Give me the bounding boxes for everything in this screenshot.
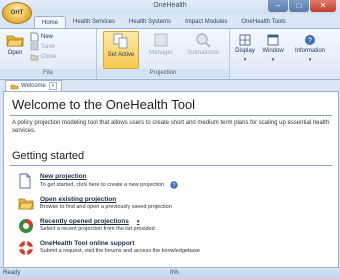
ribbon-group-projection-label: Projection	[97, 69, 229, 78]
ribbon-group-view: Display ▾ Window ▾ ? Information ▾	[230, 29, 338, 79]
tab-health-systems[interactable]: Health Systems	[122, 16, 178, 28]
new-document-icon	[30, 32, 39, 42]
recent-projections-icon	[19, 219, 33, 233]
window-button[interactable]: Window ▾	[260, 34, 286, 63]
window-dropdown-icon: ▾	[271, 57, 275, 63]
new-document-icon	[19, 173, 31, 189]
new-projection-item[interactable]: New projection To get started, click her…	[40, 173, 320, 189]
subnational-button[interactable]: Subnational	[183, 32, 223, 56]
application-menu-button[interactable]: OHT	[2, 2, 32, 24]
manager-icon	[154, 33, 168, 47]
welcome-tab-icon	[10, 84, 19, 89]
display-label: Display	[235, 48, 255, 54]
ribbon-tabs: Home Health Services Health Systems Impa…	[34, 16, 293, 28]
recent-projections-item[interactable]: Recently opened projections ▾ Select a r…	[40, 218, 320, 232]
welcome-tab-label: Welcome	[21, 83, 46, 89]
tab-home[interactable]: Home	[34, 16, 67, 28]
welcome-title: Welcome to the OneHealth Tool	[12, 97, 196, 112]
open-existing-link[interactable]: Open existing projection	[40, 196, 320, 203]
svg-text:?: ?	[173, 183, 176, 189]
help-icon: ?	[305, 35, 315, 45]
recent-projections-subtitle: Select a recent projection from the list…	[40, 226, 155, 232]
online-support-item[interactable]: OneHealth Tool online support Submit a r…	[40, 240, 320, 254]
information-label: Information	[294, 48, 325, 54]
ribbon: Open New Save Close File Set Active Mana…	[0, 28, 340, 80]
welcome-page: Welcome to the OneHealth Tool A policy p…	[3, 91, 339, 269]
open-existing-subtitle: Browse to find and open a previously sav…	[40, 204, 172, 210]
title-divider	[10, 115, 332, 116]
folder-open-icon	[6, 35, 24, 47]
set-active-label: Set Active	[107, 52, 135, 58]
information-dropdown-icon: ▾	[308, 57, 312, 63]
close-folder-icon	[30, 54, 39, 61]
getting-started-divider	[10, 165, 332, 166]
close-tab-icon[interactable]: ✕	[48, 82, 57, 90]
tab-impact-modules[interactable]: Impact Modules	[178, 16, 234, 28]
new-projection-link[interactable]: New projection	[40, 173, 320, 180]
save-button[interactable]: Save	[30, 42, 55, 51]
online-support-subtitle: Submit a request, visit the forums and a…	[40, 248, 200, 254]
window-label: Window	[262, 48, 284, 54]
tab-welcome[interactable]: Welcome ✕	[5, 80, 62, 91]
set-active-button[interactable]: Set Active	[103, 31, 139, 69]
set-active-icon	[113, 33, 128, 49]
open-button[interactable]: Open	[4, 32, 26, 56]
close-button[interactable]: ✕	[310, 0, 336, 12]
minimize-button[interactable]: –	[268, 0, 288, 12]
manager-button[interactable]: Manager	[143, 32, 179, 56]
tab-onehealth-tools[interactable]: OneHealth Tools	[234, 16, 292, 28]
folder-open-icon	[18, 198, 34, 210]
app-window: OneHealth – □ ✕ OHT Home Health Services…	[0, 0, 340, 279]
display-button[interactable]: Display ▾	[232, 34, 258, 63]
document-tabs: Welcome ✕	[0, 80, 340, 91]
svg-text:?: ?	[308, 38, 312, 45]
open-label: Open	[7, 50, 23, 56]
information-button[interactable]: ? Information ▾	[288, 34, 332, 63]
close-file-button[interactable]: Close	[30, 52, 56, 61]
help-icon[interactable]: ?	[170, 181, 178, 189]
status-progress: 0%	[170, 270, 179, 276]
save-label: Save	[41, 43, 55, 50]
status-bar: Ready 0%	[0, 267, 340, 279]
ribbon-group-projection: Set Active Manager Subnational Projectio…	[97, 29, 230, 79]
new-button[interactable]: New	[30, 32, 53, 42]
new-label: New	[41, 34, 54, 40]
magnifier-icon	[196, 33, 211, 48]
title-bar: OneHealth – □ ✕	[0, 0, 340, 14]
window-icon	[267, 34, 279, 46]
welcome-description: A policy projection modeling tool that a…	[12, 120, 330, 134]
support-lifebuoy-icon	[19, 241, 33, 255]
grid-icon	[239, 34, 251, 46]
online-support-link[interactable]: OneHealth Tool online support	[40, 240, 320, 247]
ribbon-group-file: Open New Save Close File	[0, 29, 97, 79]
window-controls: – □ ✕	[267, 0, 336, 12]
tab-health-services[interactable]: Health Services	[66, 16, 122, 28]
subnational-label: Subnational	[187, 50, 219, 56]
open-existing-item[interactable]: Open existing projection Browse to find …	[40, 196, 320, 210]
getting-started-heading: Getting started	[12, 150, 85, 162]
recent-dropdown-icon[interactable]: ▾	[137, 219, 140, 225]
ribbon-group-file-label: File	[0, 69, 96, 78]
recent-projections-link[interactable]: Recently opened projections	[40, 218, 129, 225]
save-icon	[30, 42, 39, 51]
display-dropdown-icon: ▾	[243, 57, 247, 63]
status-ready: Ready	[3, 270, 21, 276]
maximize-button[interactable]: □	[289, 0, 309, 12]
new-projection-subtitle: To get started, click here to create a n…	[40, 182, 165, 188]
manager-label: Manager	[149, 50, 173, 56]
close-file-label: Close	[41, 53, 57, 60]
